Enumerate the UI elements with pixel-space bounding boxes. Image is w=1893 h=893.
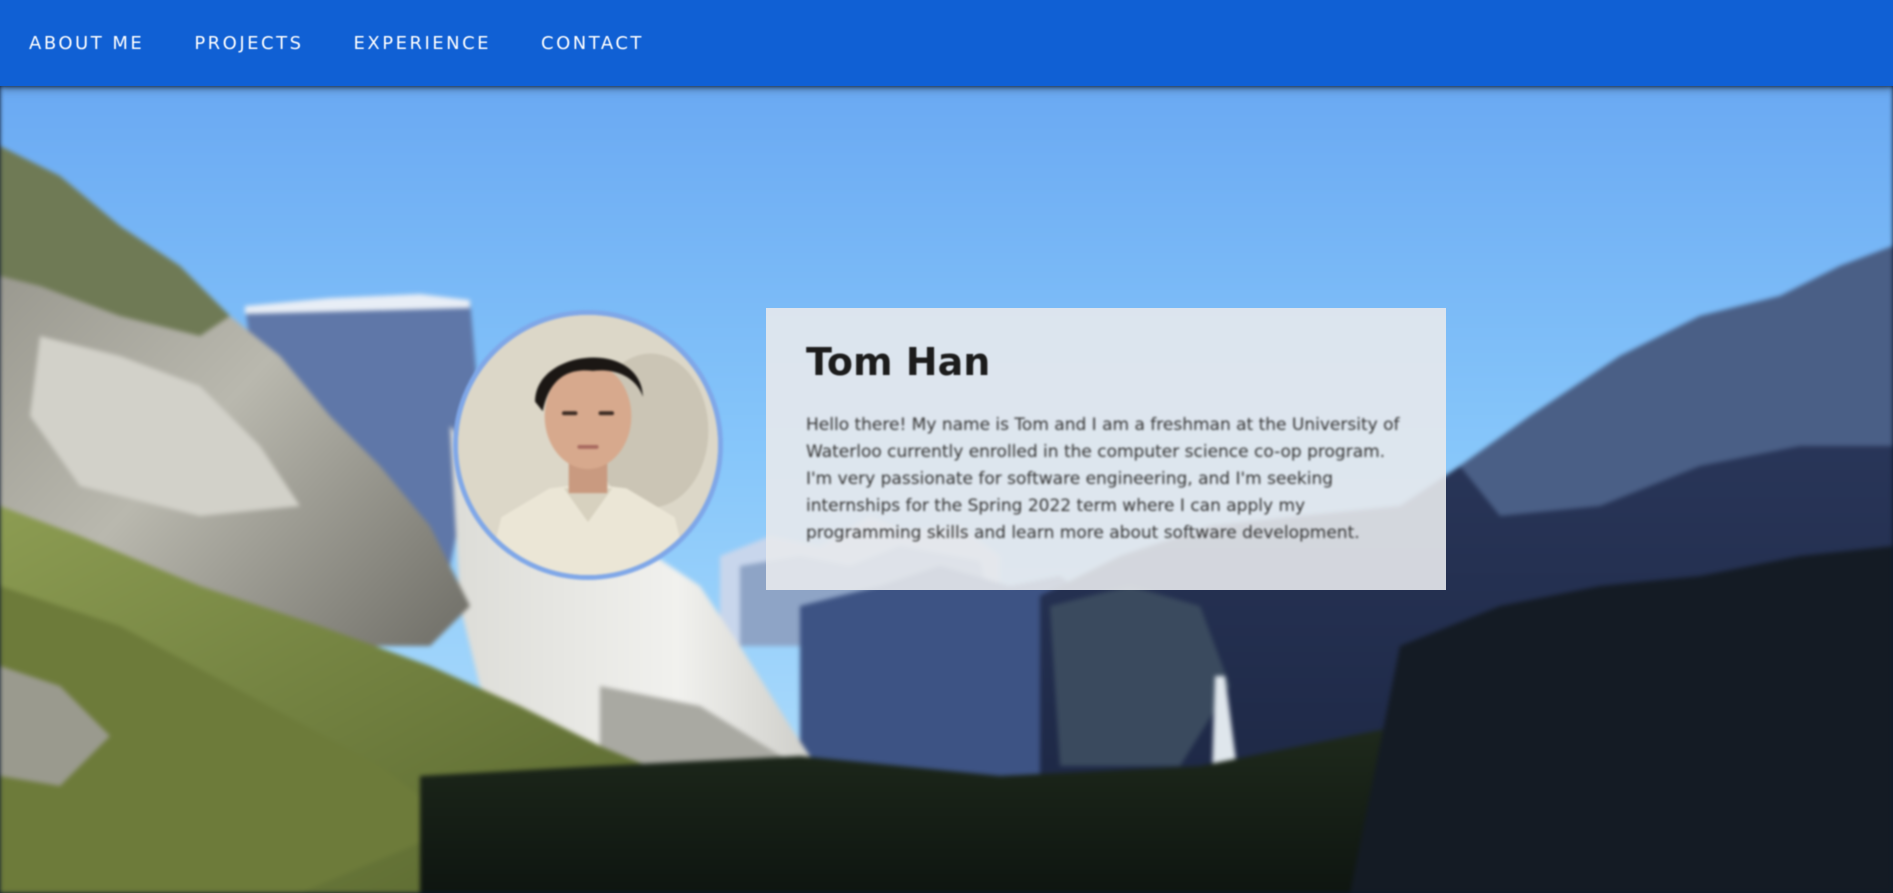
portfolio-page: ABOUT ME PROJECTS EXPERIENCE CONTACT Tom…	[0, 0, 1893, 893]
nav-link-about-me[interactable]: ABOUT ME	[29, 33, 144, 54]
nav-link-contact[interactable]: CONTACT	[541, 33, 644, 54]
hero-section: Tom Han Hello there! My name is Tom and …	[0, 86, 1893, 893]
profile-bio: Hello there! My name is Tom and I am a f…	[806, 415, 1400, 543]
nav-link-projects[interactable]: PROJECTS	[194, 33, 303, 54]
profile-name: Tom Han	[806, 340, 991, 384]
bio-card: Tom Han Hello there! My name is Tom and …	[766, 308, 1446, 590]
profile-photo-icon	[458, 315, 718, 575]
top-navbar: ABOUT ME PROJECTS EXPERIENCE CONTACT	[0, 0, 1893, 86]
profile-photo	[453, 310, 723, 580]
nav-link-experience[interactable]: EXPERIENCE	[354, 33, 492, 54]
